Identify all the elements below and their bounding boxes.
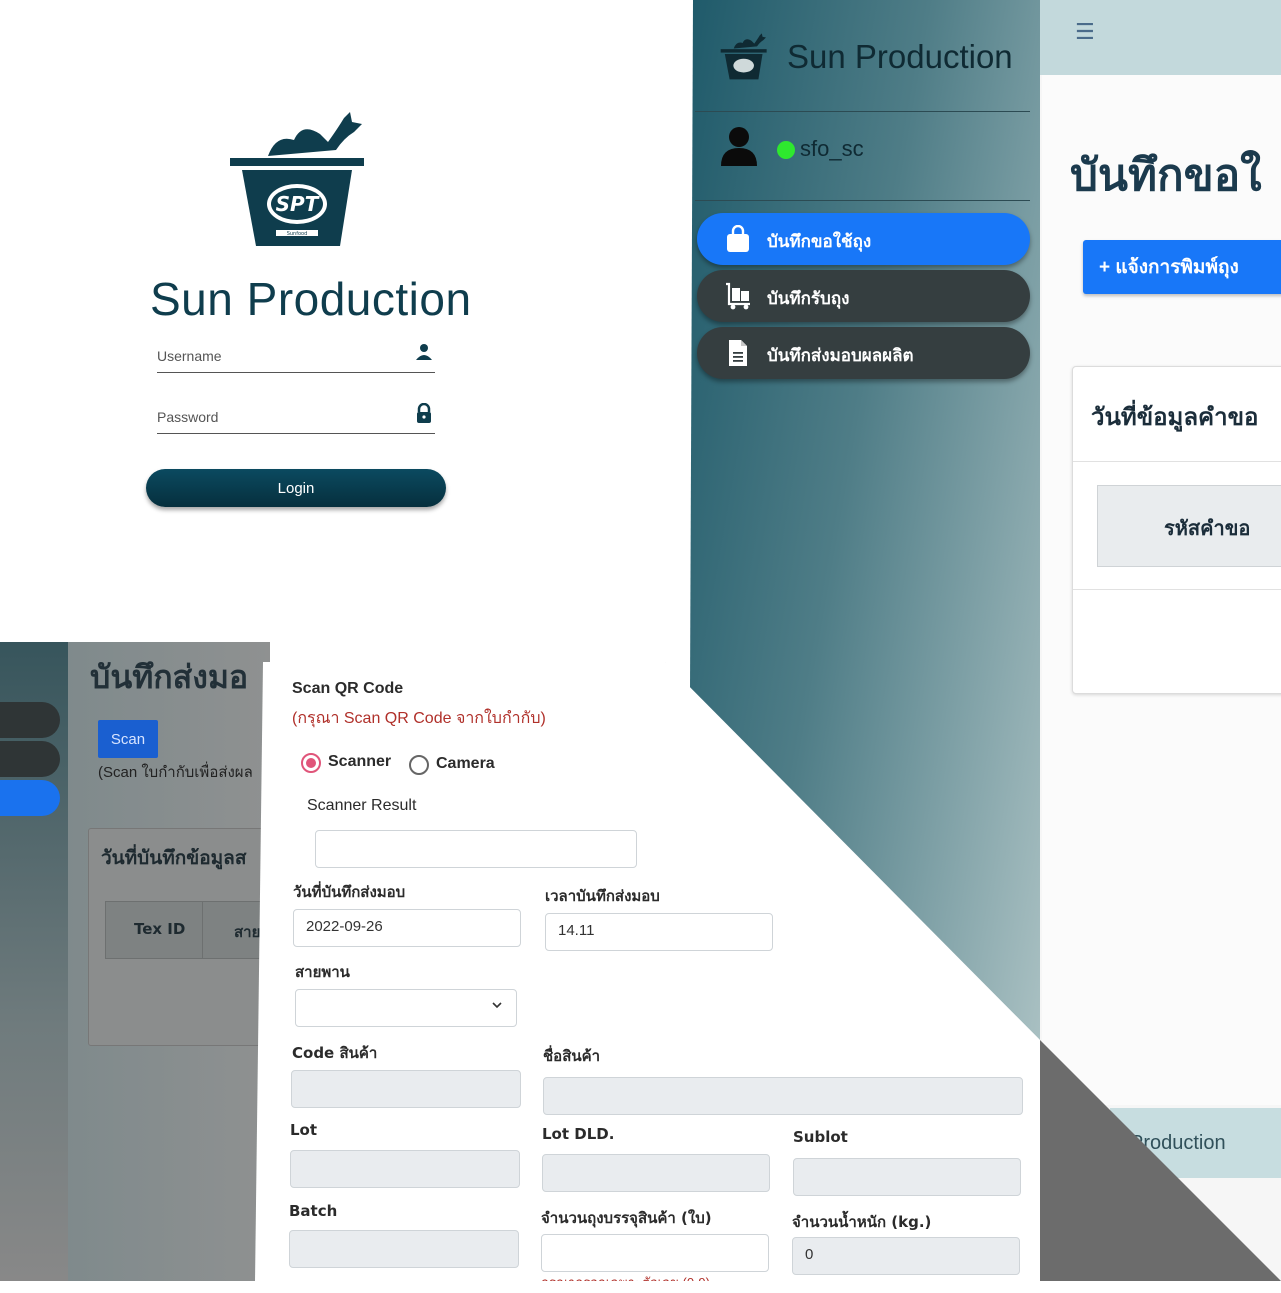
product-code-input[interactable] — [291, 1070, 521, 1108]
scan-qr-hint: (กรุณา Scan QR Code จากใบกำกับ) — [292, 710, 546, 727]
delivery-time-label: เวลาบันทึกส่งมอบ — [545, 887, 660, 905]
sidebar-username: sfo_sc — [800, 136, 864, 161]
table-header-request-id: รหัสคำขอ — [1164, 516, 1251, 540]
bag-count-input[interactable] — [541, 1234, 769, 1272]
col-line: สาย — [234, 923, 261, 941]
batch-input[interactable] — [289, 1230, 519, 1268]
sidebar-item-delivery[interactable]: บันทึกส่งมอบผลผลิต — [697, 327, 1030, 379]
sidebar-divider — [695, 200, 1030, 201]
delivery-date-input[interactable]: 2022-09-26 — [293, 909, 521, 947]
logo-text: SPT — [276, 192, 320, 216]
camera-radio[interactable] — [409, 755, 429, 775]
scan-button[interactable]: Scan — [98, 720, 158, 758]
login-title-sun: Sun — [150, 273, 234, 325]
bag-count-label: จำนวนถุงบรรจุสินค้า (ใบ) — [541, 1209, 712, 1227]
password-field[interactable]: Password — [157, 403, 435, 434]
weight-value: 0 — [805, 1246, 814, 1263]
delivery-time-input[interactable]: 14.11 — [545, 913, 773, 951]
bg-data-card: วันที่บันทึกข้อมูลส Tex ID สาย — [88, 828, 273, 1046]
sidebar-divider — [695, 111, 1030, 112]
weight-input[interactable]: 0 — [792, 1237, 1020, 1275]
product-name-label: ชื่อสินค้า — [543, 1047, 601, 1065]
shopping-bag-icon — [727, 225, 749, 252]
conveyor-line-select[interactable] — [295, 989, 517, 1027]
file-icon — [729, 340, 747, 366]
bg-page-title: บันทึกส่งมอ — [90, 658, 249, 696]
camera-radio-label: Camera — [436, 755, 495, 772]
table-header: รหัสคำขอ — [1097, 485, 1281, 567]
bg-table-header: Tex ID สาย — [105, 901, 273, 959]
request-card: วันที่ข้อมูลคำขอ รหัสคำขอ — [1072, 366, 1281, 694]
weight-label: จำนวนน้ำหนัก (kg.) — [792, 1213, 932, 1231]
sidebar-item-bag-request[interactable]: บันทึกขอใช้ถุง — [697, 213, 1030, 265]
column-separator — [202, 902, 203, 958]
bg-sidebar-item-active[interactable] — [0, 780, 60, 816]
page-title: บันทึกขอใ — [1070, 150, 1262, 201]
sublot-label: Sublot — [793, 1128, 848, 1146]
username-field[interactable]: Username — [157, 342, 435, 373]
lot-dld-label: Lot DLD. — [542, 1125, 615, 1143]
product-name-input[interactable] — [543, 1077, 1023, 1115]
bg-sidebar-item[interactable] — [0, 702, 60, 738]
add-print-bag-button[interactable]: + แจ้งการพิมพ์ถุง — [1083, 240, 1281, 294]
card-title: วันที่ข้อมูลคำขอ — [1091, 403, 1259, 431]
scanner-radio-label: Scanner — [328, 753, 392, 770]
validation-hint: กรุณากรอกเฉพาะตัวเลข (0-9) — [541, 1275, 710, 1290]
lot-label: Lot — [290, 1121, 318, 1139]
delivery-date-value: 2022-09-26 — [306, 918, 383, 935]
sublot-input[interactable] — [793, 1158, 1021, 1196]
sidebar-logo — [720, 33, 767, 80]
delivery-date-label: วันที่บันทึกส่งมอบ — [293, 883, 406, 901]
delivery-page-background: บันทึกส่งมอ Scan (Scan ใบกำกับเพื่อส่งผล… — [0, 642, 273, 1281]
batch-label: Batch — [289, 1202, 338, 1220]
hamburger-icon[interactable]: ☰ — [1075, 20, 1095, 45]
lot-dld-input[interactable] — [542, 1154, 770, 1192]
sidebar-item-label: บันทึกขอใช้ถุง — [767, 232, 872, 252]
luggage-cart-icon — [726, 282, 750, 310]
chevron-down-icon — [492, 1002, 502, 1009]
username-placeholder: Username — [157, 348, 222, 364]
sidebar-item-label: บันทึกส่งมอบผลผลิต — [767, 346, 914, 366]
login-title-production: Production — [246, 273, 472, 325]
product-code-label: Code สินค้า — [292, 1044, 378, 1062]
bg-card-title: วันที่บันทึกข้อมูลส — [101, 847, 247, 869]
scanner-result-input[interactable] — [315, 830, 637, 868]
card-divider — [1073, 589, 1281, 590]
sun-production-logo: SPT Sunfood — [230, 112, 364, 246]
sidebar-item-label: บันทึกรับถุง — [767, 289, 850, 309]
logo-subtext: Sunfood — [287, 231, 308, 237]
delivery-time-value: 14.11 — [558, 922, 595, 939]
scan-qr-title: Scan QR Code — [292, 680, 404, 697]
lot-input[interactable] — [290, 1150, 520, 1188]
login-button[interactable]: Login — [146, 469, 446, 507]
login-title: Sun Production — [150, 272, 472, 326]
login-screen: SPT Sunfood Sun Production Username Pass… — [0, 0, 700, 640]
user-avatar-icon — [721, 127, 757, 166]
lock-icon — [417, 403, 431, 423]
password-placeholder: Password — [157, 409, 219, 425]
card-divider — [1073, 461, 1281, 462]
user-icon — [416, 344, 432, 360]
scanner-radio[interactable] — [301, 753, 321, 773]
conveyor-line-label: สายพาน — [295, 963, 350, 981]
online-status-dot — [777, 141, 795, 159]
col-tex-id: Tex ID — [134, 920, 186, 938]
sidebar-item-bag-receive[interactable]: บันทึกรับถุง — [697, 270, 1030, 322]
bg-sidebar-item[interactable] — [0, 741, 60, 777]
scan-note: (Scan ใบกำกับเพื่อส่งผล — [98, 764, 253, 781]
top-navbar: ☰ — [1040, 0, 1281, 75]
sidebar-app-title: Sun Production — [787, 38, 1013, 75]
scanner-result-label: Scanner Result — [307, 797, 417, 814]
